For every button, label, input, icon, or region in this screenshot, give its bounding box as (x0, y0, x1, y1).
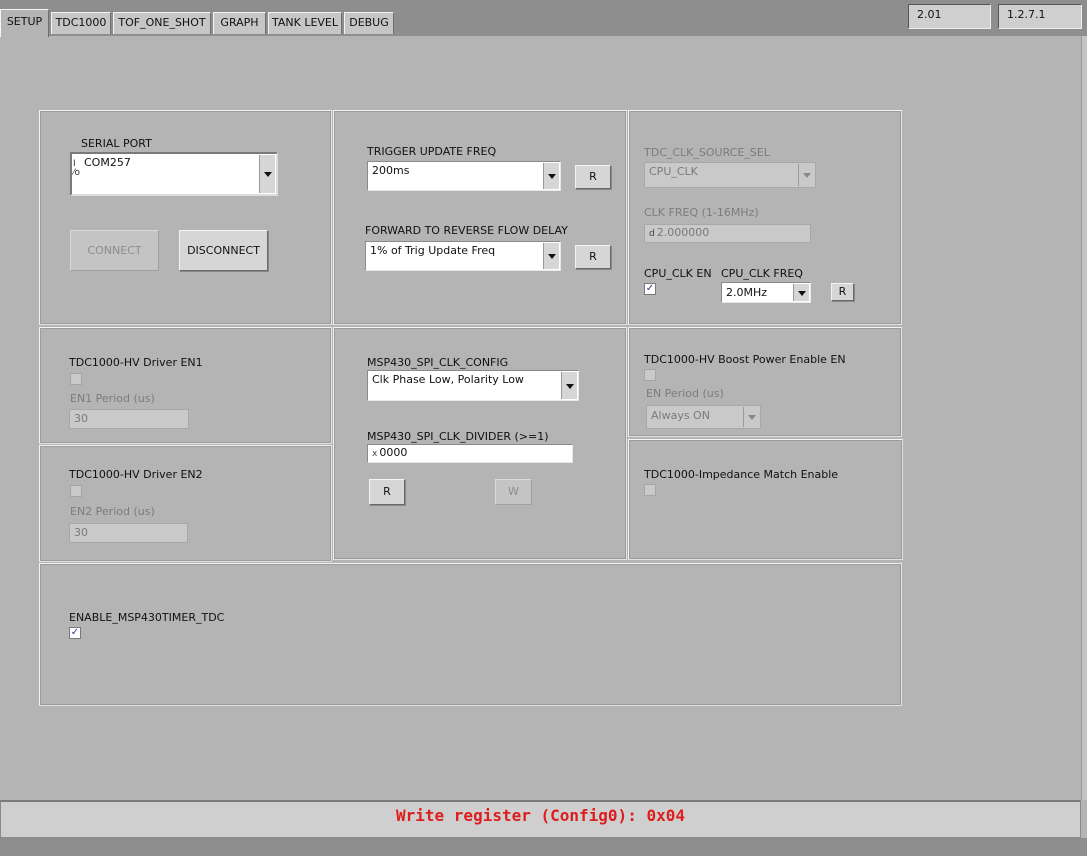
driver-en1-checkbox[interactable] (70, 373, 82, 385)
clk-freq-input[interactable]: d 2.000000 (644, 224, 811, 243)
cpu-clk-read-button[interactable]: R (831, 283, 854, 301)
clock-source-panel: TDC_CLK_SOURCE_SEL CPU_CLK CLK FREQ (1-1… (628, 110, 902, 325)
spi-clk-divider-radix: x (372, 449, 378, 459)
cpu-clk-freq-value: 2.0MHz (726, 286, 768, 299)
chevron-down-icon[interactable] (543, 243, 559, 269)
spi-clk-config-label: MSP430_SPI_CLK_CONFIG (367, 356, 509, 369)
trigger-panel: TRIGGER UPDATE FREQ 200ms R FORWARD TO R… (333, 110, 627, 325)
cpu-clk-en-label: CPU_CLK EN (644, 267, 712, 280)
io-icon: I ⁄o (73, 159, 81, 178)
chevron-down-icon[interactable] (793, 284, 809, 301)
chevron-down-icon[interactable] (543, 163, 559, 189)
msp430-timer-label: ENABLE_MSP430TIMER_TDC (69, 611, 225, 624)
msp430-timer-panel: ENABLE_MSP430TIMER_TDC ✓ (39, 563, 902, 706)
clk-freq-value: 2.000000 (656, 226, 710, 239)
status-message: Write register (Config0): 0x04 (0, 800, 1081, 838)
gui-version-display: 2.01 (908, 4, 991, 29)
cpu-clk-freq-select[interactable]: 2.0MHz (721, 282, 811, 303)
serial-port-label: SERIAL PORT (81, 137, 152, 150)
msp430-timer-checkbox[interactable]: ✓ (69, 627, 81, 639)
trigger-update-freq-label: TRIGGER UPDATE FREQ (367, 145, 497, 158)
serial-port-select[interactable]: I ⁄o COM257 (70, 152, 278, 196)
impedance-match-panel: TDC1000-Impedance Match Enable (628, 439, 903, 560)
en1-period-label: EN1 Period (us) (70, 392, 155, 405)
spi-clk-divider-value: 0000 (379, 446, 408, 459)
trigger-read-button[interactable]: R (575, 165, 611, 189)
flow-delay-value: 1% of Trig Update Freq (370, 244, 496, 257)
boost-period-select[interactable]: Always ON (646, 405, 761, 429)
spi-write-button[interactable]: W (495, 479, 532, 505)
tab-graph[interactable]: GRAPH (213, 12, 266, 34)
boost-power-checkbox[interactable] (644, 369, 656, 381)
boost-power-label: TDC1000-HV Boost Power Enable EN (644, 353, 846, 366)
en2-period-input[interactable]: 30 (69, 523, 188, 543)
driver-en1-label: TDC1000-HV Driver EN1 (69, 356, 203, 369)
trigger-update-freq-select[interactable]: 200ms (367, 161, 561, 191)
en2-period-label: EN2 Period (us) (70, 505, 155, 518)
spi-config-panel: MSP430_SPI_CLK_CONFIG Clk Phase Low, Pol… (333, 327, 627, 560)
boost-period-label: EN Period (us) (646, 387, 724, 400)
disconnect-button[interactable]: DISCONNECT (179, 230, 268, 271)
clk-freq-radix: d (649, 229, 655, 239)
tab-tof-one-shot[interactable]: TOF_ONE_SHOT (113, 12, 211, 34)
boost-power-panel: TDC1000-HV Boost Power Enable EN EN Peri… (628, 327, 902, 437)
tab-debug[interactable]: DEBUG (344, 12, 394, 34)
chevron-down-icon[interactable] (743, 407, 759, 427)
chevron-down-icon[interactable] (259, 155, 275, 193)
driver-en2-panel: TDC1000-HV Driver EN2 EN2 Period (us) 30 (39, 445, 332, 562)
impedance-match-checkbox[interactable] (644, 484, 656, 496)
chevron-down-icon[interactable] (798, 164, 814, 186)
spi-clk-divider-input[interactable]: x 0000 (367, 444, 573, 463)
flow-delay-select[interactable]: 1% of Trig Update Freq (365, 241, 561, 271)
flow-delay-label: FORWARD TO REVERSE FLOW DELAY (365, 224, 568, 237)
flow-delay-read-button[interactable]: R (575, 245, 611, 269)
driver-en1-panel: TDC1000-HV Driver EN1 EN1 Period (us) 30 (39, 327, 332, 444)
spi-clk-config-select[interactable]: Clk Phase Low, Polarity Low (367, 370, 579, 401)
serial-port-value: COM257 (84, 156, 131, 169)
clk-source-select[interactable]: CPU_CLK (644, 162, 816, 188)
clk-freq-label: CLK FREQ (1-16MHz) (644, 206, 759, 219)
spi-clk-divider-label: MSP430_SPI_CLK_DIVIDER (>=1) (367, 430, 549, 443)
trigger-update-freq-value: 200ms (372, 164, 410, 177)
tab-bar: SETUP TDC1000 TOF_ONE_SHOT GRAPH TANK LE… (0, 0, 1087, 37)
tab-tank-level[interactable]: TANK LEVEL (268, 12, 342, 34)
bottom-bar (0, 838, 1087, 856)
boost-period-value: Always ON (651, 409, 710, 422)
firmware-version-display: 1.2.7.1 (998, 4, 1082, 29)
spi-clk-config-value: Clk Phase Low, Polarity Low (372, 373, 524, 386)
driver-en2-checkbox[interactable] (70, 485, 82, 497)
driver-en2-label: TDC1000-HV Driver EN2 (69, 468, 203, 481)
tab-tdc1000[interactable]: TDC1000 (51, 12, 111, 34)
impedance-match-label: TDC1000-Impedance Match Enable (644, 468, 839, 481)
clk-source-label: TDC_CLK_SOURCE_SEL (644, 146, 770, 159)
en1-period-input[interactable]: 30 (69, 409, 189, 429)
tab-setup[interactable]: SETUP (0, 9, 49, 37)
clk-source-value: CPU_CLK (649, 165, 698, 178)
cpu-clk-en-checkbox[interactable]: ✓ (644, 283, 656, 295)
chevron-down-icon[interactable] (561, 372, 577, 399)
cpu-clk-freq-label: CPU_CLK FREQ (721, 267, 803, 280)
connect-button[interactable]: CONNECT (70, 230, 159, 271)
window-edge (1081, 36, 1087, 800)
spi-read-button[interactable]: R (369, 479, 405, 505)
serial-port-panel: SERIAL PORT I ⁄o COM257 CONNECT DISCONNEC… (39, 110, 332, 325)
